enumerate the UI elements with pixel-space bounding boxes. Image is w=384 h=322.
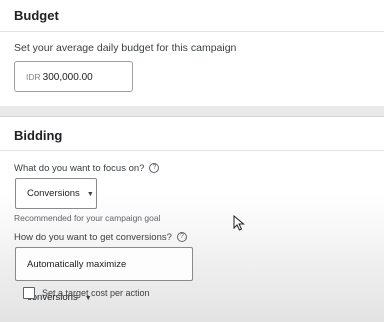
budget-divider (0, 31, 384, 32)
target-cpa-label[interactable]: Set a target cost per action (42, 288, 150, 298)
daily-budget-input[interactable]: IDR 300,000.00 (14, 61, 133, 92)
bidding-title: Bidding (14, 128, 63, 143)
budget-prompt: Set your average daily budget for this c… (14, 42, 237, 54)
method-question-label: How do you want to get conversions? (14, 232, 172, 243)
bidding-card: Bidding What do you want to focus on?? C… (0, 117, 384, 322)
help-circle-icon[interactable]: ? (176, 232, 187, 243)
method-question: How do you want to get conversions?? (14, 232, 187, 243)
mouse-pointer-icon (233, 215, 245, 231)
focus-dropdown[interactable]: Conversions ▼ (15, 178, 97, 209)
focus-hint: Recommended for your campaign goal (14, 213, 161, 223)
bidding-divider (0, 150, 384, 151)
target-cpa-checkbox[interactable] (23, 287, 35, 299)
bidding-method-dropdown[interactable]: Automatically maximize conversions ▼ (15, 247, 193, 303)
budget-title: Budget (14, 8, 59, 23)
focus-question-label: What do you want to focus on? (14, 163, 145, 174)
budget-card: Budget Set your average daily budget for… (0, 0, 384, 107)
currency-label: IDR (26, 72, 41, 82)
section-separator (0, 106, 384, 117)
help-circle-icon[interactable]: ? (149, 163, 160, 174)
caret-down-icon: ▼ (86, 191, 94, 198)
budget-amount: 300,000.00 (42, 72, 93, 83)
focus-question: What do you want to focus on?? (14, 163, 160, 174)
focus-dropdown-value: Conversions (27, 188, 80, 199)
